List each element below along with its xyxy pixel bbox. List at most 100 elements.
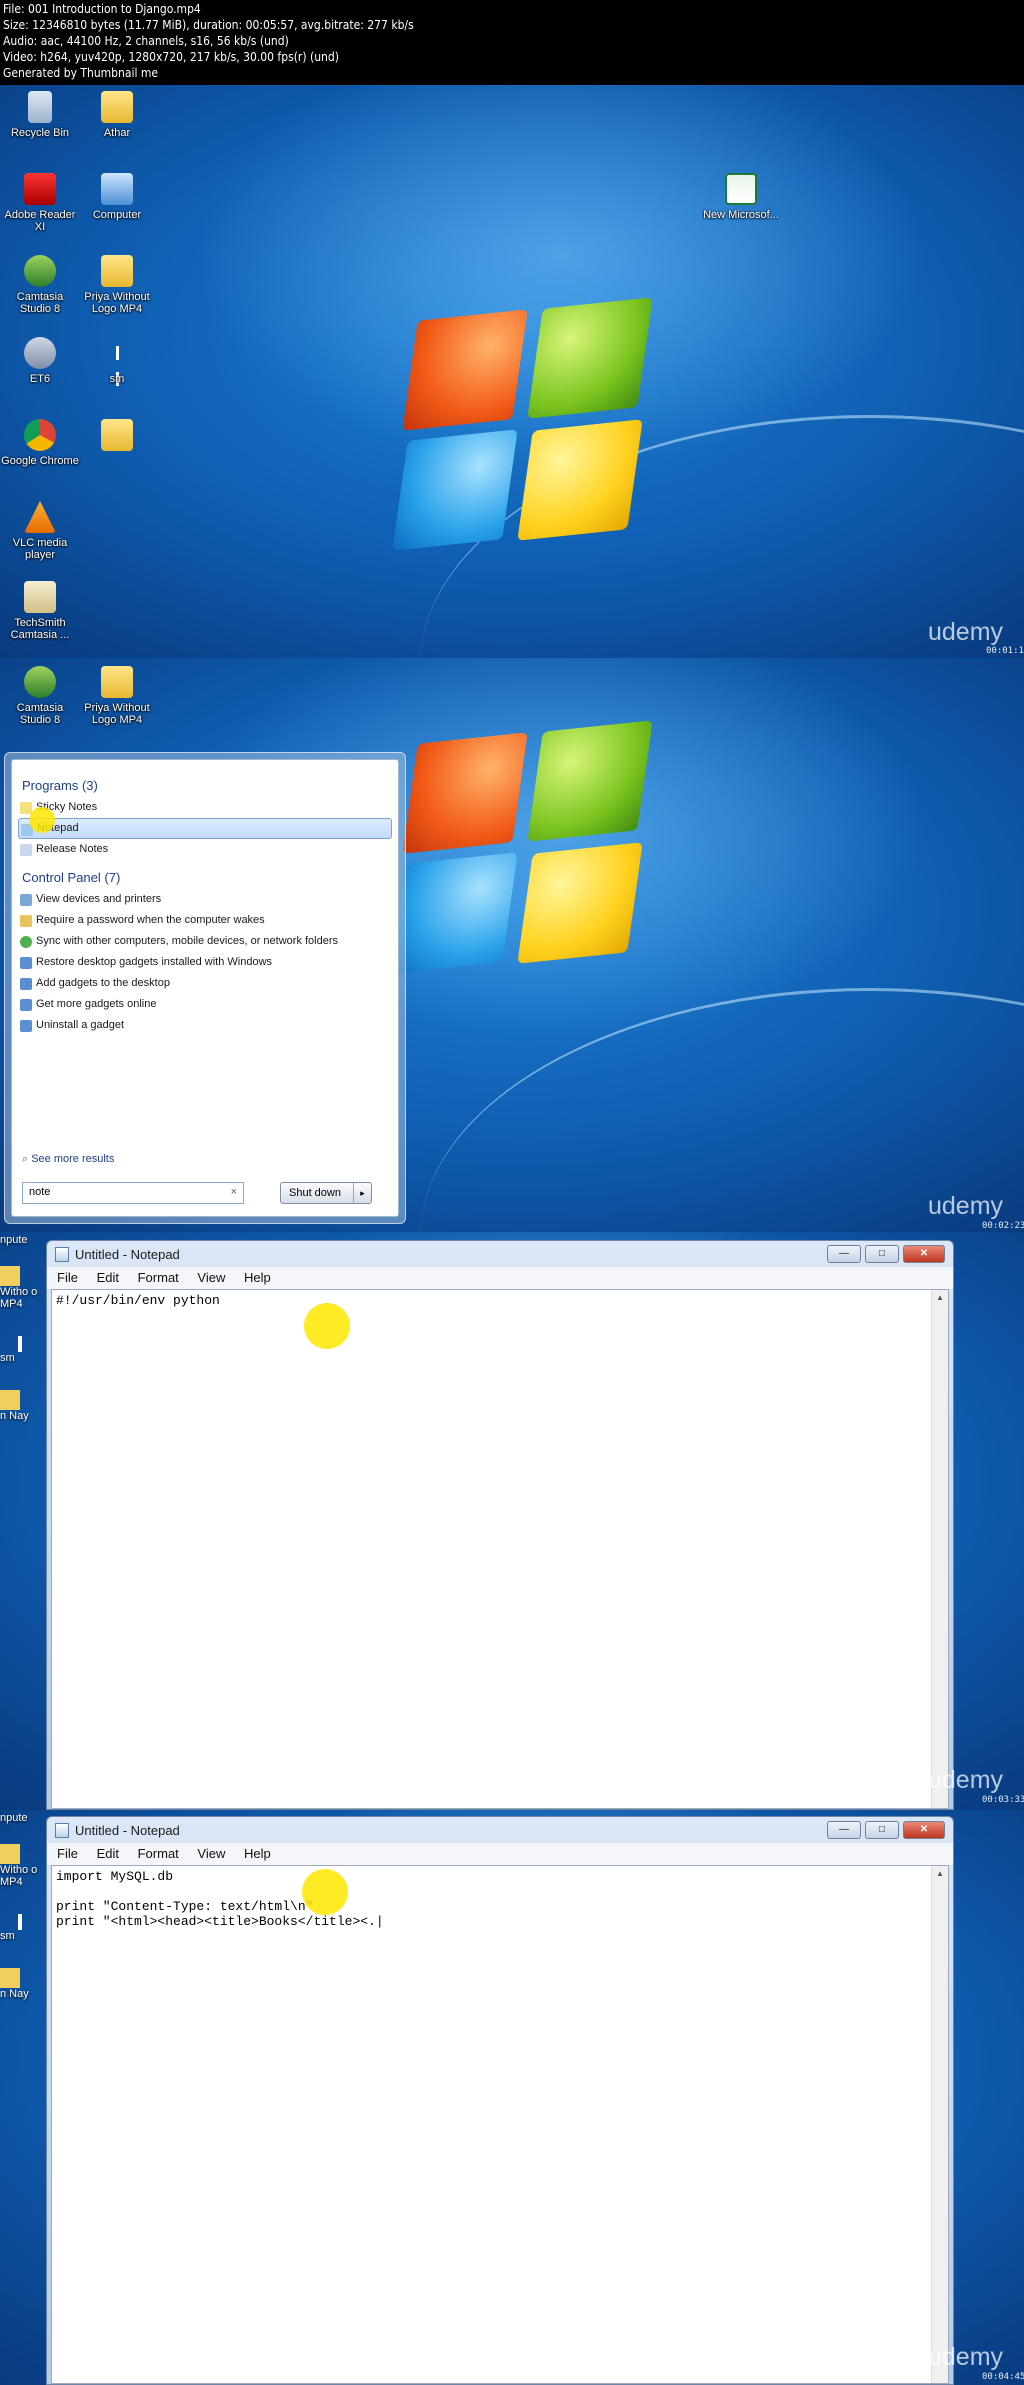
menu-view[interactable]: View [197,1270,225,1285]
desktop-icon-adobe-reader[interactable]: Adobe Reader XI [1,173,79,233]
scroll-up-icon[interactable]: ▲ [932,1869,948,1878]
program-sticky-notes[interactable]: Sticky Notes [18,797,392,818]
menu-edit[interactable]: Edit [97,1270,119,1285]
cp-label: Uninstall a gadget [36,1019,125,1031]
desktop-icon-techsmith[interactable]: TechSmith Camtasia ... [1,581,79,641]
control-panel-header: Control Panel (7) [22,870,121,885]
shutdown-label: Shut down [289,1187,341,1199]
close-button[interactable]: ✕ [903,1245,945,1263]
desktop-icon-excel-file[interactable]: New Microsof... [702,173,780,221]
cp-label: Get more gadgets online [36,998,157,1010]
notepad-icon [55,1823,69,1838]
shutdown-options-arrow-icon[interactable]: ▸ [353,1183,371,1203]
cp-sync[interactable]: Sync with other computers, mobile device… [18,931,392,952]
icon-label: Adobe Reader XI [4,209,76,233]
cp-add-gadgets[interactable]: Add gadgets to the desktop [18,973,392,994]
cp-more-gadgets[interactable]: Get more gadgets online [18,994,392,1015]
timestamp: 00:04:45 [982,2372,1024,2382]
release-notes-icon [20,844,32,856]
desktop-icon-chrome[interactable]: Google Chrome [1,419,79,467]
desktop-icon-recycle-bin[interactable]: Recycle Bin [1,91,79,139]
timestamp: 00:01:12 [986,646,1024,656]
cp-label: Add gadgets to the desktop [36,977,170,989]
desktop-icon-blurred-folder[interactable] [78,419,156,455]
icon-label: Priya Without Logo MP4 [84,702,150,726]
sm-icon [101,337,133,386]
maximize-button[interactable]: □ [865,1821,899,1839]
header-line: Video: h264, yuv420p, 1280x720, 217 kb/s… [3,50,339,64]
notepad-window: Untitled - Notepad — □ ✕ File Edit Forma… [46,1240,954,1810]
desktop-icon-athar[interactable]: Athar [78,91,156,139]
see-more-results-link[interactable]: ⌕ See more results [22,1153,114,1166]
menu-format[interactable]: Format [138,1846,179,1861]
minimize-button[interactable]: — [827,1821,861,1839]
desktop-icon-camtasia[interactable]: Camtasia Studio 8 [1,255,79,315]
header-line: Size: 12346810 bytes (11.77 MiB), durati… [3,18,414,32]
icon-label: VLC media player [12,537,68,561]
menu-file[interactable]: File [57,1270,78,1285]
window-title: Untitled - Notepad [75,1247,180,1262]
start-menu: Programs (3) Sticky Notes Notepad Releas… [4,752,406,1224]
cursor-highlight [29,807,55,833]
menu-view[interactable]: View [197,1846,225,1861]
desktop-icon-priya-folder[interactable]: Priya Without Logo MP4 [78,666,156,726]
program-notepad[interactable]: Notepad [18,807,392,839]
icon-label: Camtasia Studio 8 [16,702,64,726]
notepad-title-bar[interactable]: Untitled - Notepad — □ ✕ [47,1817,953,1843]
sync-icon [20,936,32,948]
folder-icon [101,255,133,287]
menu-bar: File Edit Format View Help [47,1843,953,1865]
icon-label: New Microsof... [703,209,779,221]
text-editor[interactable]: import MySQL.db print "Content-Type: tex… [51,1865,949,2384]
menu-help[interactable]: Help [244,1846,271,1861]
timestamp: 00:02:23 [982,1221,1024,1231]
chrome-icon [24,419,56,451]
desktop-icon-sm[interactable]: sm [78,337,156,386]
computer-icon [101,173,133,205]
maximize-button[interactable]: □ [865,1245,899,1263]
scroll-up-icon[interactable]: ▲ [932,1293,948,1302]
shutdown-button[interactable]: Shut down ▸ [280,1182,372,1204]
frame-notepad-2: npute Witho o MP4 sm n Nay Untitled - No… [0,1810,1024,2385]
cursor-highlight [304,1303,350,1349]
text-editor[interactable]: #!/usr/bin/env python ▲ [51,1289,949,1809]
desktop-icon-priya-folder[interactable]: Priya Without Logo MP4 [78,255,156,315]
cp-restore-gadgets[interactable]: Restore desktop gadgets installed with W… [18,952,392,973]
timestamp: 00:03:33 [982,1795,1024,1805]
menu-format[interactable]: Format [138,1270,179,1285]
video-info-header: File: 001 Introduction to Django.mp4 Siz… [0,0,1024,85]
clear-search-icon[interactable]: × [231,1186,237,1198]
program-release-notes[interactable]: Release Notes [18,839,392,860]
search-value: note [29,1186,51,1198]
start-menu-results: Programs (3) Sticky Notes Notepad Releas… [11,759,399,1217]
desktop-edge-labels: npute Witho o MP4 sm n Nay [0,1812,42,2000]
vertical-scrollbar[interactable]: ▲ [931,1866,948,2383]
icon-label: ET6 [29,373,51,385]
close-button[interactable]: ✕ [903,1821,945,1839]
edge-label: n Nay [0,1410,29,1422]
desktop-icon-camtasia[interactable]: Camtasia Studio 8 [1,666,79,726]
desktop-icon-et6[interactable]: ET6 [1,337,79,385]
vertical-scrollbar[interactable]: ▲ [931,1290,948,1808]
menu-help[interactable]: Help [244,1270,271,1285]
header-line: Audio: aac, 44100 Hz, 2 channels, s16, 5… [3,34,289,48]
udemy-watermark: udemy [928,1192,1004,1220]
search-icon: ⌕ [22,1153,32,1165]
cp-require-password[interactable]: Require a password when the computer wak… [18,910,392,931]
header-line: Generated by Thumbnail me [3,66,159,80]
notepad-title-bar[interactable]: Untitled - Notepad — □ ✕ [47,1241,953,1267]
udemy-watermark: udemy [928,1766,1004,1794]
edge-label: npute [0,1812,28,1824]
et6-icon [24,337,56,369]
start-search-input[interactable]: note × [22,1182,244,1204]
desktop-icon-vlc[interactable]: VLC media player [1,501,79,561]
minimize-button[interactable]: — [827,1245,861,1263]
menu-edit[interactable]: Edit [97,1846,119,1861]
menu-file[interactable]: File [57,1846,78,1861]
cp-uninstall-gadget[interactable]: Uninstall a gadget [18,1015,392,1036]
icon-label: sm [109,373,125,385]
desktop-icon-computer[interactable]: Computer [78,173,156,221]
cp-view-devices[interactable]: View devices and printers [18,889,392,910]
techsmith-icon [24,581,56,613]
folder-icon [101,91,133,123]
